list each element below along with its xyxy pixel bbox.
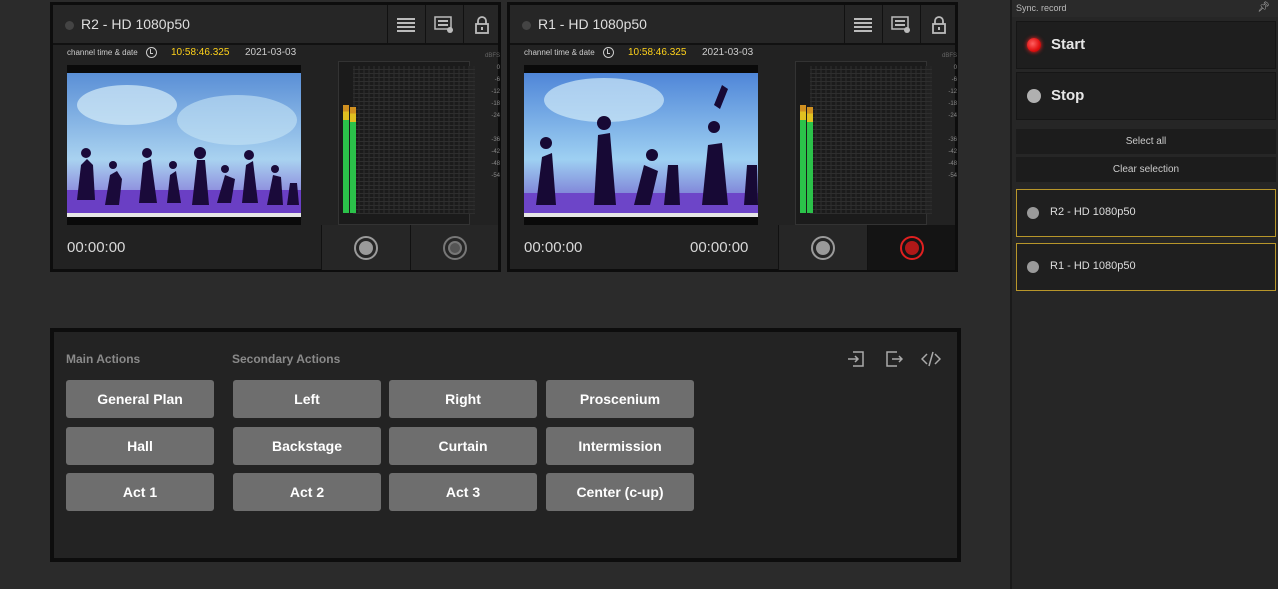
timecode: 00:00:00 (524, 239, 583, 256)
monitor-settings-icon[interactable] (425, 5, 461, 45)
main-action-button[interactable]: Act 1 (66, 473, 214, 511)
start-label: Start (1051, 36, 1086, 53)
stop-record-button[interactable] (410, 225, 498, 270)
channel-time: 10:58:46.325 (628, 47, 687, 58)
actions-panel: Main Actions Secondary Actions General P… (50, 328, 961, 562)
channel-meta-label: channel time & date (67, 48, 138, 57)
lock-icon[interactable] (920, 5, 956, 45)
secondary-action-button[interactable]: Left (233, 380, 381, 418)
secondary-action-button[interactable]: Right (389, 380, 537, 418)
recording-timecode: 00:00:00 (690, 239, 749, 256)
channel-date: 2021-03-03 (245, 47, 297, 58)
main-actions-label: Main Actions (66, 352, 141, 366)
sync-channel-label: R1 - HD 1080p50 (1050, 260, 1136, 272)
pin-icon[interactable]: 📌︎ (1257, 2, 1270, 13)
video-preview (67, 65, 301, 225)
secondary-action-button[interactable]: Curtain (389, 427, 537, 465)
vu-meter (795, 61, 932, 225)
export-icon[interactable] (883, 348, 905, 370)
import-icon[interactable] (845, 348, 867, 370)
channel-date: 2021-03-03 (702, 47, 754, 58)
secondary-actions-label: Secondary Actions (232, 352, 341, 366)
record-stop-icon (442, 235, 467, 260)
sync-stop-button[interactable]: Stop (1016, 72, 1276, 120)
channel-time: 10:58:46.325 (171, 47, 230, 58)
vu-bar-right (807, 107, 813, 213)
secondary-action-button[interactable]: Intermission (546, 427, 694, 465)
secondary-action-button[interactable]: Backstage (233, 427, 381, 465)
secondary-action-button[interactable]: Act 2 (233, 473, 381, 511)
stop-label: Stop (1051, 87, 1085, 104)
clock-icon (603, 47, 614, 58)
sync-start-button[interactable]: Start (1016, 21, 1276, 69)
channel-dot-icon (1027, 261, 1039, 273)
record-button[interactable] (321, 225, 410, 270)
record-indicator-icon (1027, 38, 1041, 52)
channel-dot-icon (1027, 207, 1039, 219)
secondary-action-button[interactable]: Center (c-up) (546, 473, 694, 511)
main-action-button[interactable]: General Plan (66, 380, 214, 418)
channel-title: R2 - HD 1080p50 (81, 16, 190, 32)
vu-bar-left (800, 105, 806, 213)
record-icon (354, 235, 378, 260)
list-icon[interactable] (387, 5, 423, 45)
vu-meter (338, 61, 475, 225)
lock-icon[interactable] (463, 5, 499, 45)
monitor-settings-icon[interactable] (882, 5, 918, 45)
vu-scale: dBFS 0 -6 -12 -18 -24 -36 -42 -48 -54 (941, 53, 957, 179)
sync-record-panel: Sync. record 📌︎ Start Stop Select all Cl… (1010, 0, 1278, 589)
channel-header: R1 - HD 1080p50 (510, 5, 955, 45)
channel-status-dot (65, 21, 74, 30)
code-icon[interactable] (920, 348, 942, 370)
main-action-button[interactable]: Hall (66, 427, 214, 465)
secondary-action-button[interactable]: Act 3 (389, 473, 537, 511)
record-stop-icon (899, 235, 924, 260)
stop-record-button[interactable] (867, 225, 955, 270)
select-all-button[interactable]: Select all (1016, 129, 1276, 154)
video-preview (524, 65, 758, 225)
sync-record-title: Sync. record (1012, 0, 1278, 17)
sync-channel-label: R2 - HD 1080p50 (1050, 206, 1136, 218)
clock-icon (146, 47, 157, 58)
record-button[interactable] (778, 225, 867, 270)
list-icon[interactable] (844, 5, 880, 45)
sync-channel-item[interactable]: R2 - HD 1080p50 (1016, 189, 1276, 237)
record-icon (811, 235, 835, 260)
channel-panel-r2: R2 - HD 1080p50 channel time & date 10:5… (50, 2, 501, 272)
vu-scale: dBFS 0 -6 -12 -18 -24 -36 -42 -48 -54 (484, 53, 500, 179)
channel-title: R1 - HD 1080p50 (538, 16, 647, 32)
app-root: R2 - HD 1080p50 channel time & date 10:5… (0, 0, 1278, 589)
secondary-action-button[interactable]: Proscenium (546, 380, 694, 418)
timecode: 00:00:00 (67, 239, 126, 256)
vu-bar-left (343, 105, 349, 213)
channel-header: R2 - HD 1080p50 (53, 5, 498, 45)
channel-status-dot (522, 21, 531, 30)
clear-selection-button[interactable]: Clear selection (1016, 157, 1276, 182)
channel-meta-label: channel time & date (524, 48, 595, 57)
vu-bar-right (350, 107, 356, 213)
stop-indicator-icon (1027, 89, 1041, 103)
channel-panel-r1: R1 - HD 1080p50 channel time & date 10:5… (507, 2, 958, 272)
sync-channel-item[interactable]: R1 - HD 1080p50 (1016, 243, 1276, 291)
